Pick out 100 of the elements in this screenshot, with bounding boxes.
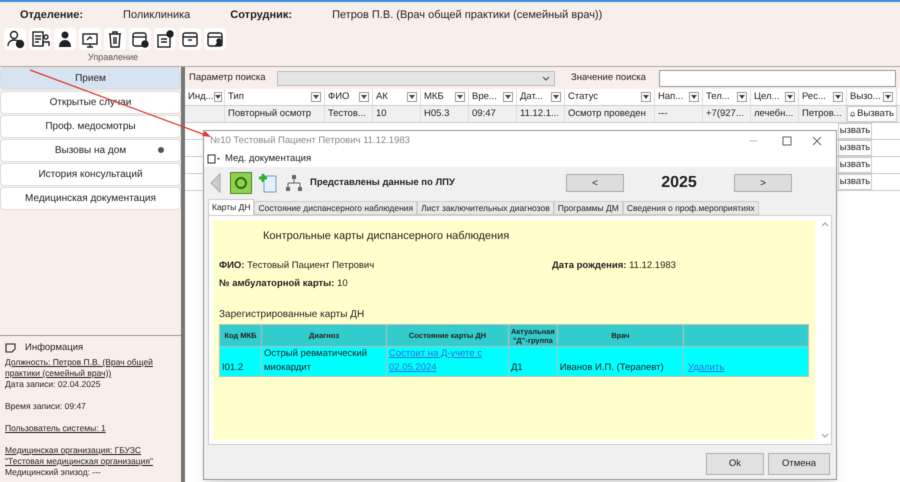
lpu-label: Представлены данные по ЛПУ [310,176,456,190]
table-cell-text: --- [658,106,668,121]
column-header: МКБ [424,90,444,104]
department-label: Отделение: [20,8,84,23]
column-header: Рес... [802,90,826,104]
table-cell-text: лечебн... [754,106,794,121]
column-header: Инд... [188,90,214,104]
column-header: Тип [228,90,244,104]
filter-button[interactable] [311,92,321,102]
filter-button[interactable] [214,92,222,102]
toolbar-button[interactable] [4,28,26,50]
table-cell-text: Петров... [802,106,842,121]
doc-add-icon [155,29,175,49]
document-menu-icon[interactable] [207,154,221,164]
column-header: Нап... [658,90,684,104]
toolbar-button[interactable] [29,28,51,50]
call-button[interactable]: ызвать [838,140,872,156]
info-icon [5,342,17,352]
call-button[interactable]: ызвать [838,157,872,173]
employee-label: Сотрудник: [230,8,292,23]
call-button[interactable]: Вызвать [847,106,897,122]
search-param-label: Параметр поиска [189,70,267,85]
maximize-icon[interactable] [782,136,792,146]
filter-button[interactable] [689,92,699,102]
tab[interactable]: Программы ДМ [554,201,623,215]
column-header: Дат... [520,90,543,104]
ok-button[interactable]: Ok [706,453,764,475]
search-value-field[interactable] [659,70,896,86]
toolbar-button[interactable] [104,28,126,50]
filter-button[interactable] [455,92,465,102]
person-add-icon [5,29,25,49]
call-button[interactable]: ызвать [838,174,872,190]
info-text: Время записи: 09:47 [5,401,87,412]
column-header: Вызо... [850,90,881,104]
nav-item[interactable]: История консультаций [0,163,181,186]
employee-value: Петров П.В. (Врач общей практики (семейный врач)) [332,8,602,23]
nav-item[interactable]: Вызовы на дом [0,139,181,162]
tab[interactable]: Состояние диспансерного наблюдения [254,201,418,215]
toolbar-button[interactable] [179,28,201,50]
toolbar-button[interactable] [204,28,226,50]
menu-item[interactable]: Мед. документация [225,152,312,166]
column-header: АК [376,90,388,104]
info-link[interactable]: Медицинская организация: ГБУЗС "Тестовая медицинская организация" [5,445,176,467]
patient-name: ФИО: Тестовый Пациент Петрович [219,258,376,272]
nav-item[interactable]: Прием [0,67,181,90]
toolbar-button[interactable] [54,28,76,50]
column-header: Статус [568,90,598,104]
scroll-down-icon[interactable] [821,433,829,438]
window-title: №10 Тестовый Пациент Петрович 11.12.1983 [210,134,411,148]
table-cell: Иванов И.П. (Терапевт) [560,362,664,374]
tab[interactable]: Лист заключительных диагнозов [417,201,554,215]
info-text: Медицинский эпизод: --- [5,467,102,478]
filter-button[interactable] [407,92,417,102]
tab[interactable]: Сведения о проф.мероприятиях [622,201,759,215]
column-header: Цел... [754,90,780,104]
year-label: 2025 [660,173,698,193]
table-cell-text: 09:47 [472,106,496,121]
close-icon[interactable] [812,136,822,146]
section-heading: Контрольные карты диспансерного наблюдения [263,229,510,244]
chevron-down-icon [542,76,550,80]
scroll-up-icon[interactable] [821,222,829,227]
table-cell-text: +7(927... [706,106,744,121]
table-cell-text: H05.3 [424,106,450,121]
column-header: ФИО [328,90,350,104]
filter-button[interactable] [883,92,893,102]
refresh-button[interactable] [230,172,252,194]
next-year-button[interactable]: > [734,174,792,192]
toolbar-button[interactable] [154,28,176,50]
info-link[interactable]: Должность: Петров П.В. (Врач общей практики (семейный врач)) [5,357,176,379]
table-cell-text: Повторный осмотр [228,106,312,121]
filter-button[interactable] [785,92,795,102]
filter-button[interactable] [737,92,747,102]
filter-button[interactable] [359,92,369,102]
table-cell-text: 10 [376,106,387,121]
delete-link[interactable]: Удалить [688,362,724,374]
prev-year-button[interactable]: < [566,174,624,192]
table-cell: Острый ревматический миокардит [264,348,368,374]
hierarchy-icon[interactable] [284,173,304,193]
table-cell-text: 11.12.1... [520,106,559,121]
search-value-label: Значение поиска [571,70,647,85]
cards-title: Зарегистрированные карты ДН [219,308,366,322]
nav-item[interactable]: Медицинская документация [0,187,181,210]
info-title: Информация [25,342,84,353]
table-cell: I01.2 [222,362,244,374]
toolbar-button[interactable] [79,28,101,50]
call-button[interactable]: ызвать [838,123,872,139]
nav-item[interactable]: Проф. медосмотры [0,115,181,138]
card-number: № амбулаторной карты: 10 [219,276,349,291]
info-link[interactable]: Пользователь системы: 1 [5,423,176,434]
info-text: Дата записи: 02.04.2025 [5,379,102,390]
filter-button[interactable] [641,92,651,102]
doc-person-icon [30,29,50,49]
filter-button[interactable] [833,92,843,102]
cancel-button[interactable]: Отмена [768,453,830,475]
table-cell-text: Тестов... [328,106,366,121]
filter-button[interactable] [551,92,561,102]
table-cell-text: Осмотр проведен [568,106,646,121]
toolbar-group-label: Управление [88,51,138,64]
tab[interactable]: Карты ДН [208,199,254,215]
filter-button[interactable] [503,92,513,102]
